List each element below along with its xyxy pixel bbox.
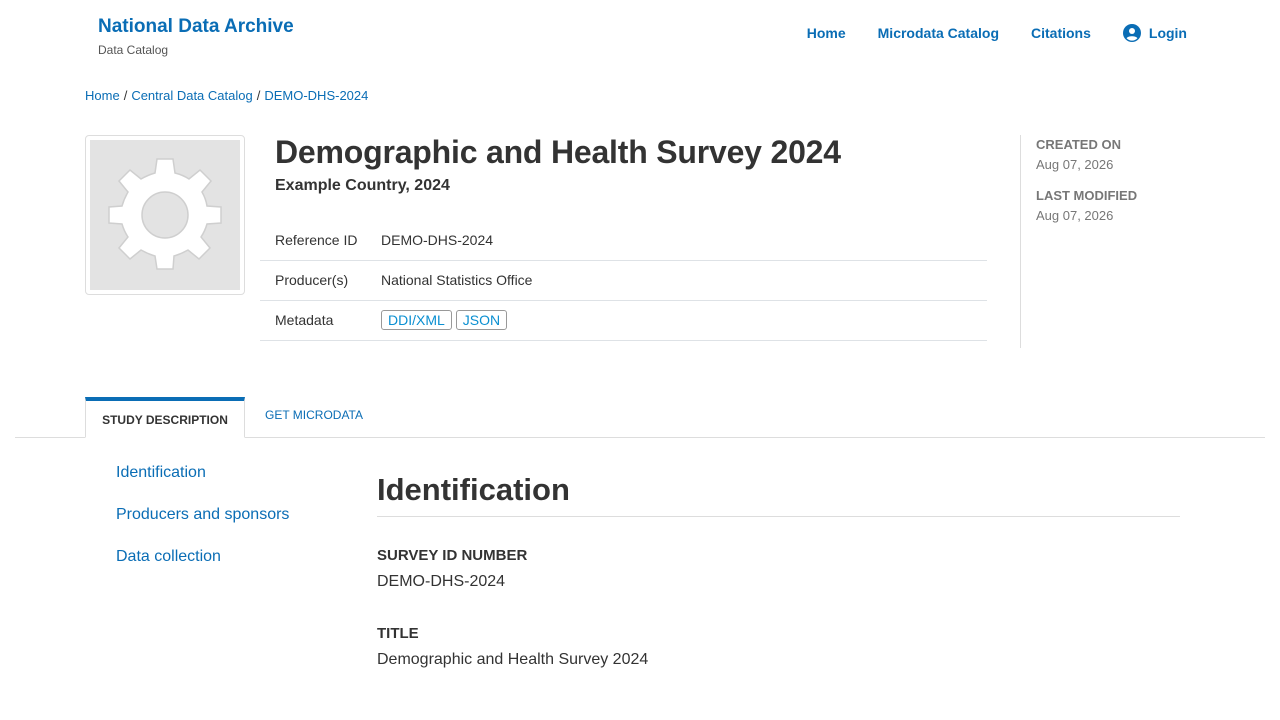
section-nav-data-collection[interactable]: Data collection: [116, 548, 289, 590]
brand-subtitle: Data Catalog: [98, 43, 169, 57]
table-row: Reference ID DEMO-DHS-2024: [260, 220, 987, 260]
breadcrumb-catalog-link[interactable]: Central Data Catalog: [131, 88, 252, 103]
breadcrumb-separator: /: [256, 88, 261, 103]
breadcrumb-separator: /: [123, 88, 128, 103]
login-label: Login: [1148, 25, 1187, 41]
study-dates: CREATED ON Aug 07, 2026 LAST MODIFIED Au…: [1020, 135, 1200, 348]
table-row: Metadata DDI/XML JSON: [260, 300, 987, 340]
user-circle-icon: [1122, 24, 1141, 42]
study-content: Identification SURVEY ID NUMBER DEMO-DHS…: [377, 472, 1180, 669]
tab-study-description[interactable]: STUDY DESCRIPTION: [85, 397, 245, 438]
nav-microdata-catalog-link[interactable]: Microdata Catalog: [878, 25, 999, 41]
main-nav: Home Microdata Catalog Citations Login: [807, 24, 1187, 42]
reference-id-value: DEMO-DHS-2024: [381, 231, 494, 248]
study-thumbnail: [85, 135, 245, 295]
study-title: Demographic and Health Survey 2024: [275, 134, 841, 170]
breadcrumb: Home / Central Data Catalog / DEMO-DHS-2024: [85, 88, 368, 103]
metadata-links: DDI/XML JSON: [381, 300, 987, 340]
title-label: TITLE: [377, 625, 419, 642]
login-button[interactable]: Login: [1122, 24, 1187, 42]
section-heading: Identification: [377, 472, 1180, 517]
ddi-xml-link[interactable]: DDI/XML: [381, 310, 452, 330]
nav-citations-link[interactable]: Citations: [1031, 25, 1091, 41]
producers-label: Producer(s): [275, 272, 349, 288]
breadcrumb-home-link[interactable]: Home: [85, 88, 120, 103]
breadcrumb-current-link[interactable]: DEMO-DHS-2024: [264, 88, 368, 103]
reference-id-label: Reference ID: [275, 231, 358, 248]
title-value: Demographic and Health Survey 2024: [377, 651, 649, 668]
created-on-value: Aug 07, 2026: [1036, 157, 1114, 172]
thumbnail-placeholder: [90, 140, 240, 290]
section-nav-producers[interactable]: Producers and sponsors: [116, 506, 289, 548]
last-modified-value: Aug 07, 2026: [1036, 208, 1114, 223]
table-row: Producer(s) National Statistics Office: [260, 260, 987, 300]
site-header: National Data Archive Data Catalog Home …: [0, 0, 1280, 70]
section-nav-identification[interactable]: Identification: [116, 464, 289, 506]
tab-get-microdata[interactable]: GET MICRODATA: [265, 408, 363, 422]
gear-icon: [108, 158, 222, 270]
created-on-label: CREATED ON: [1036, 137, 1121, 152]
study-meta-table: Reference ID DEMO-DHS-2024 Producer(s) N…: [260, 220, 987, 341]
json-link[interactable]: JSON: [455, 310, 508, 330]
brand: National Data Archive Data Catalog: [98, 16, 294, 57]
producers-value: National Statistics Office: [381, 272, 533, 288]
nav-home-link[interactable]: Home: [807, 25, 846, 41]
survey-id-value: DEMO-DHS-2024: [377, 573, 506, 590]
metadata-label: Metadata: [275, 312, 334, 328]
last-modified-label: LAST MODIFIED: [1036, 188, 1138, 203]
brand-title-link[interactable]: National Data Archive: [98, 16, 294, 38]
survey-id-label: SURVEY ID NUMBER: [377, 547, 528, 564]
study-subtitle: Example Country, 2024: [275, 177, 450, 194]
section-nav: Identification Producers and sponsors Da…: [116, 464, 289, 590]
